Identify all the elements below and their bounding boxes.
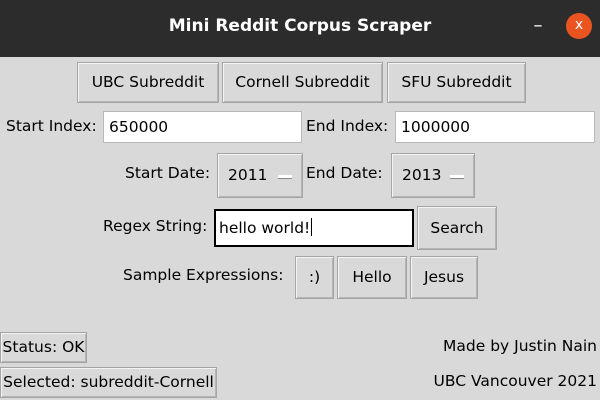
selected-subreddit-indicator: Selected: subreddit-Cornell — [0, 367, 217, 398]
start-date-label: Start Date: — [125, 164, 211, 182]
end-date-value: 2013 — [402, 166, 442, 184]
dropdown-indicator-icon — [278, 175, 292, 179]
regex-input[interactable]: hello world! — [214, 209, 414, 247]
end-date-dropdown[interactable]: 2013 — [391, 153, 475, 198]
start-date-value: 2011 — [228, 166, 268, 184]
status-indicator: Status: OK — [0, 332, 87, 363]
search-button[interactable]: Search — [417, 206, 497, 250]
sample-jesus-button[interactable]: Jesus — [410, 256, 478, 299]
school-credit: UBC Vancouver 2021 — [433, 372, 597, 390]
regex-string-label: Regex String: — [103, 217, 208, 235]
sfu-subreddit-button[interactable]: SFU Subreddit — [387, 62, 526, 103]
window-title: Mini Reddit Corpus Scraper — [168, 16, 432, 36]
text-caret — [311, 218, 313, 236]
cornell-subreddit-button[interactable]: Cornell Subreddit — [222, 62, 383, 103]
start-date-dropdown[interactable]: 2011 — [217, 153, 303, 198]
sample-hello-button[interactable]: Hello — [337, 256, 407, 299]
end-index-field[interactable]: 1000000 — [395, 111, 595, 143]
sample-smiley-button[interactable]: :) — [295, 256, 334, 299]
sample-expressions-label: Sample Expressions: — [123, 266, 284, 284]
start-index-field[interactable]: 650000 — [103, 111, 302, 143]
minimize-icon[interactable]: – — [528, 13, 548, 39]
title-bar: Mini Reddit Corpus Scraper – x — [0, 0, 600, 57]
regex-input-value: hello world! — [219, 219, 311, 237]
end-index-label: End Index: — [306, 117, 389, 135]
ubc-subreddit-button[interactable]: UBC Subreddit — [77, 62, 219, 103]
dropdown-indicator-icon — [450, 175, 464, 179]
start-index-label: Start Index: — [6, 117, 97, 135]
close-icon[interactable]: x — [566, 13, 592, 39]
author-credit: Made by Justin Nain — [443, 337, 597, 355]
end-date-label: End Date: — [306, 164, 383, 182]
